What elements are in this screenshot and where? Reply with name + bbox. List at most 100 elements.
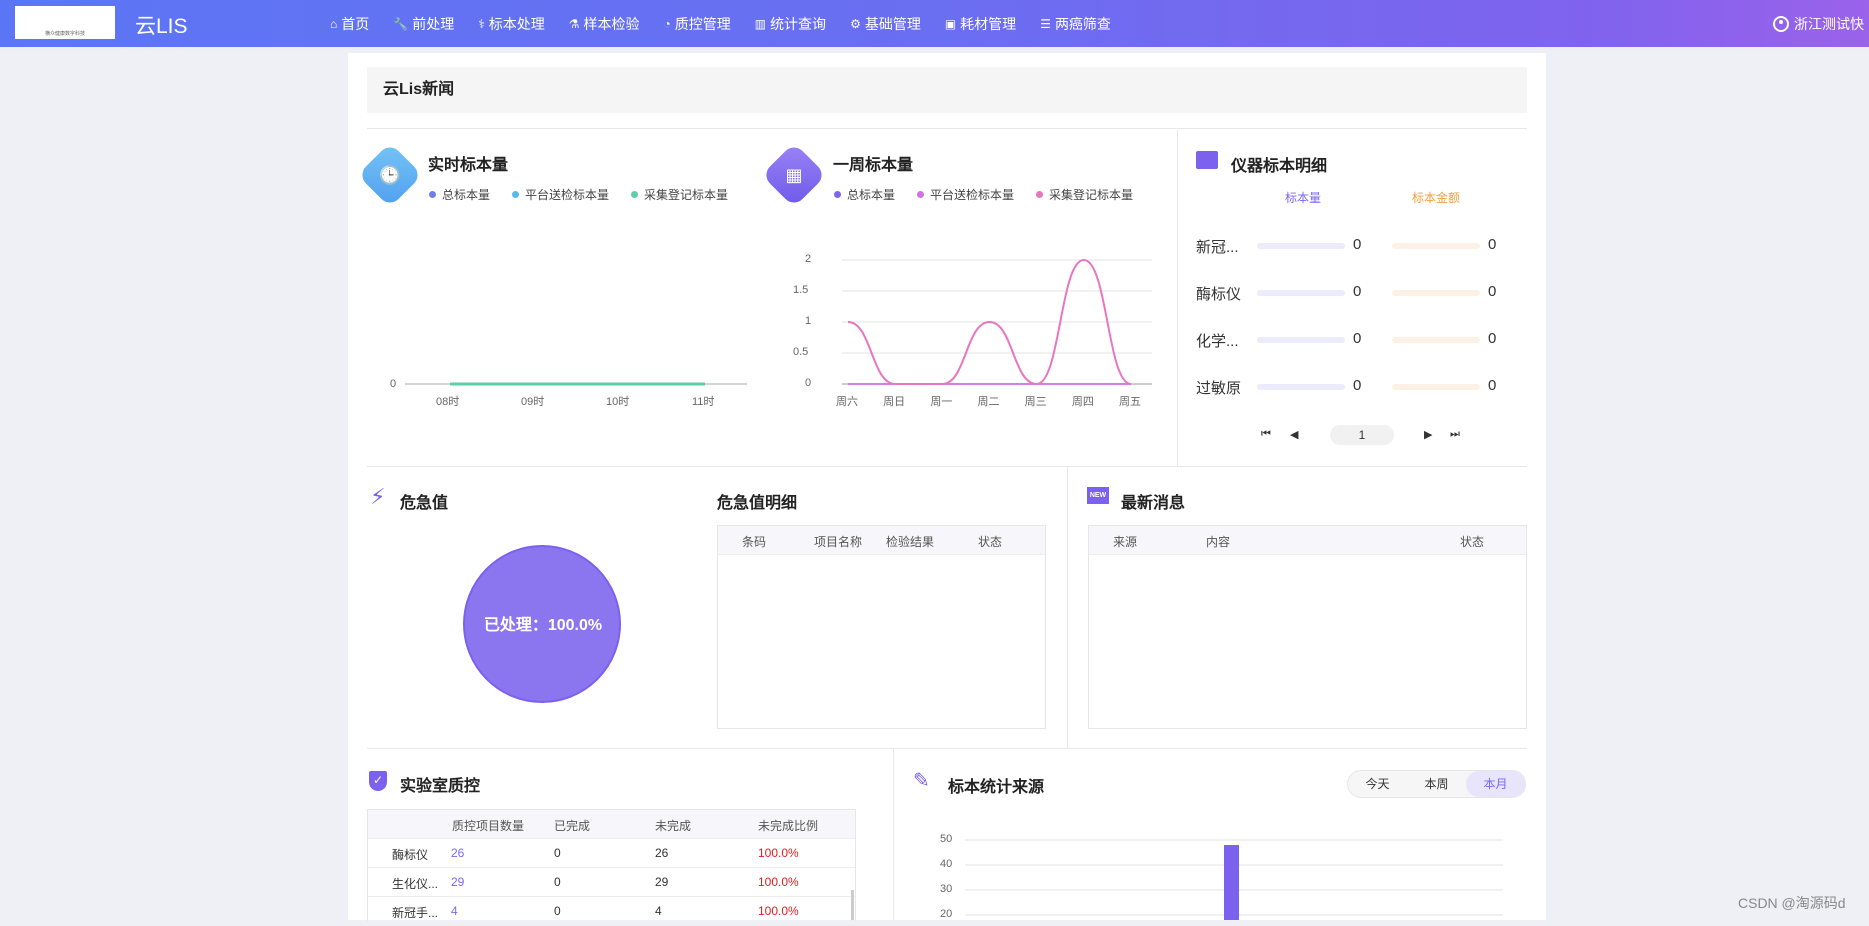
amount-value: 0 [1488,236,1497,253]
first-page-icon[interactable]: ⏮ [1261,428,1271,441]
done-value: 0 [554,904,561,918]
count-value: 0 [1353,377,1362,394]
nav-label: 耗材管理 [960,15,1017,32]
shield-check-icon: ✓ [369,771,387,791]
table-row[interactable]: 酶标仪 26 0 26 100.0% [368,839,855,868]
table-row[interactable]: 生化仪... 29 0 29 100.0% [368,868,855,897]
count-bar [1257,243,1345,249]
legend-dot [512,191,520,198]
undone-value: 29 [655,875,669,889]
col-header: 未完成 [655,819,692,833]
stethoscope-icon: ⚕ [478,16,485,31]
latest-table: 来源 内容 状态 [1088,525,1527,729]
bar-chart-icon: ▥ [754,16,767,31]
col-header: 内容 [1206,535,1231,549]
legend-item[interactable]: 采集登记标本量 [1036,186,1133,203]
tab-week[interactable]: 本周 [1407,771,1466,797]
qc-title: 实验室质控 [400,778,481,795]
amount-value: 0 [1488,330,1497,347]
nav-item[interactable]: ⚗ 样本检验 [569,0,640,47]
col-header: 状态 [978,535,1003,549]
pie-chart-icon: ◔ [663,16,671,31]
amount-bar [1392,243,1480,249]
done-value: 0 [554,875,561,889]
legend-dot [429,191,436,198]
nav-label: 基础管理 [864,15,921,32]
count-link[interactable]: 29 [451,875,464,889]
count-link[interactable]: 26 [451,846,464,860]
critical-detail-table: 条码 项目名称 检验结果 状态 [717,525,1046,729]
weekly-y-label: 0.5 [793,346,809,358]
nav-item[interactable]: ▥ 统计查询 [755,0,826,47]
critical-detail-title: 危急值明细 [717,495,798,512]
col-header: 状态 [1460,535,1485,549]
list-icon: ☰ [1040,16,1051,31]
legend-item[interactable]: 总标本量 [429,186,490,203]
last-page-icon[interactable]: ⏭ [1450,428,1460,441]
table-header: 条码 项目名称 检验结果 状态 [718,526,1045,555]
count-link[interactable]: 4 [451,904,458,918]
page-number[interactable]: 1 [1330,425,1394,445]
weekly-y-label: 1 [805,315,812,327]
next-page-icon[interactable]: ▶ [1424,428,1432,441]
legend-label: 采集登记标本量 [644,188,729,202]
app-title: 云LIS [135,15,188,38]
tab-today[interactable]: 今天 [1348,771,1407,797]
home-icon: ⌂ [330,16,338,31]
qc-scrollbar[interactable] [851,890,854,920]
legend-item[interactable]: 平台送检标本量 [512,186,609,203]
nav-item[interactable]: 🔧 前处理 [393,0,454,47]
table-row[interactable]: 新冠手... 4 0 4 100.0% [368,897,855,926]
lightning-icon: ⚡ [370,484,386,509]
gear-icon: ⚙ [850,16,861,31]
nav-item[interactable]: ⚕ 标本处理 [478,0,545,47]
legend-item[interactable]: 总标本量 [834,186,895,203]
calendar-icon: ▦ [785,164,803,185]
realtime-title: 实时标本量 [428,157,509,174]
nav-item[interactable]: ☰ 两癌筛查 [1040,0,1111,47]
legend-item[interactable]: 采集登记标本量 [631,186,728,203]
count-bar [1257,337,1345,343]
count-bar [1257,290,1345,296]
weekly-x-label: 周一 [930,396,953,408]
tab-month[interactable]: 本月 [1466,771,1525,797]
nav-item[interactable]: ◔ 质控管理 [663,0,730,47]
amount-bar [1392,337,1480,343]
divider [367,466,1527,467]
col-header: 条码 [742,535,767,549]
col-header: 项目名称 [814,535,863,549]
done-value: 0 [554,846,561,860]
realtime-y-label: 0 [390,378,397,390]
main-nav: ⌂ 首页 🔧 前处理 ⚕ 标本处理 ⚗ 样本检验 ◔ 质控管理 ▥ 统计查询 ⚙ 基础管理 ▣ 耗材管理 ☰ 两癌… [330,0,1135,47]
source-bar [1224,845,1239,920]
divider [367,128,1527,129]
legend-label: 总标本量 [442,188,491,202]
col-header: 质控项目数量 [452,819,525,833]
legend-dot [1036,191,1044,198]
legend-label: 平台送检标本量 [930,188,1015,202]
legend-item[interactable]: 平台送检标本量 [917,186,1014,203]
realtime-x-label: 08时 [436,396,460,408]
instrument-name: 酶标仪 [1196,286,1242,303]
instrument-col-amount: 标本金额 [1412,191,1461,205]
weekly-x-label: 周二 [977,396,1000,408]
ratio-value: 100.0% [758,846,799,860]
briefcase-icon: ▣ [944,16,957,31]
prev-page-icon[interactable]: ◀ [1290,428,1298,441]
instrument-title: 仪器标本明细 [1231,158,1328,175]
weekly-x-label: 周六 [836,396,858,408]
weekly-y-label: 0 [805,377,812,389]
logo[interactable]: 横众健康数字科技 [15,6,115,39]
instrument-name: 过敏原 [1196,380,1242,397]
nav-item[interactable]: ⌂ 首页 [330,0,369,47]
top-navbar: 横众健康数字科技 云LIS ⌂ 首页 🔧 前处理 ⚕ 标本处理 ⚗ 样本检验 ◔ 质控管理 ▥ 统计查… [0,0,1869,47]
nav-item[interactable]: ⚙ 基础管理 [850,0,921,47]
source-y-label: 30 [940,883,953,895]
weekly-chart [842,258,1152,386]
nav-item[interactable]: ▣ 耗材管理 [945,0,1016,47]
realtime-x-label: 10时 [606,396,630,408]
critical-title: 危急值 [400,495,449,512]
instrument-name: 化学... [1196,333,1239,350]
instrument-icon [1196,151,1218,169]
user-menu[interactable]: 浙江测试快 [1773,0,1864,47]
